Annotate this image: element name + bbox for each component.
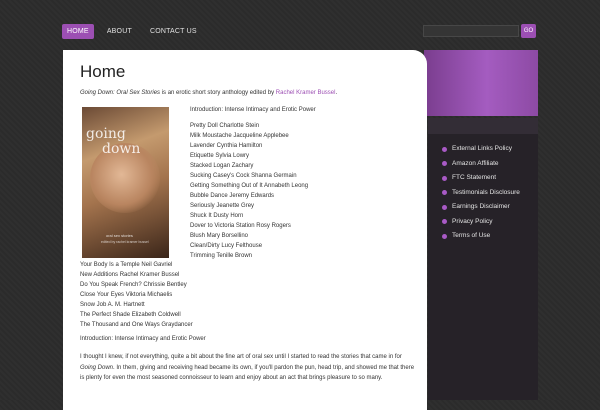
nav-contact-us[interactable]: CONTACT US [145, 24, 202, 39]
toc-item: Do You Speak French? Chrissie Bentley [80, 282, 187, 288]
toc-item: Your Body Is a Temple Neil Gavriel [80, 262, 173, 268]
bullet-icon [442, 219, 447, 225]
toc-item: Close Your Eyes Viktoria Michaelis [80, 292, 173, 298]
sidebar-banner [424, 50, 538, 116]
toc-item: Sucking Casey's Cock Shanna Germain [190, 173, 297, 179]
sidebar-link-external-links-policy[interactable]: External Links Policy [442, 142, 538, 157]
toc-item: Blush Mary Borsellino [190, 233, 249, 239]
search-input[interactable] [423, 25, 519, 37]
book-title: Going Down: Oral Sex Stories [80, 90, 161, 96]
toc-item: Shuck It Dusty Horn [190, 213, 244, 219]
sidebar-link-amazon-affiliate[interactable]: Amazon Affiliate [442, 157, 538, 172]
top-nav: HOME ABOUT CONTACT US [62, 24, 210, 39]
sidebar-link-ftc-statement[interactable]: FTC Statement [442, 171, 538, 186]
toc-item: Seriously Jeanette Grey [190, 203, 255, 209]
section-heading: Introduction: Intense Intimacy and Eroti… [80, 336, 206, 342]
toc-item: Dover to Victoria Station Rosy Rogers [190, 223, 291, 229]
toc-item: Clean/Dirty Lucy Felthouse [190, 243, 263, 249]
toc-item: Pretty Doll Charlotte Stein [190, 123, 260, 129]
nav-about[interactable]: ABOUT [102, 24, 137, 39]
bullet-icon [442, 204, 447, 210]
nav-home[interactable]: HOME [62, 24, 94, 39]
bullet-icon [442, 190, 447, 196]
bullet-icon [442, 175, 447, 181]
sidebar-links: External Links Policy Amazon Affiliate F… [428, 118, 538, 244]
bullet-icon [442, 161, 447, 167]
toc-item: Bubble Dance Jeremy Edwards [190, 193, 275, 199]
toc-list-left: Your Body Is a Temple Neil Gavriel New A… [80, 260, 193, 330]
bullet-icon [442, 233, 447, 239]
toc-item: Snow Job A. M. Hartnett [80, 302, 145, 308]
toc-item: New Additions Rachel Kramer Bussel [80, 272, 180, 278]
toc-item: Stacked Logan Zachary [190, 163, 254, 169]
toc-item: The Thousand and One Ways Graydancer [80, 322, 193, 328]
page-title: Home [80, 62, 126, 81]
cover-subtitle: oral sex stories [106, 233, 133, 238]
toc-list-right: Pretty Doll Charlotte Stein Milk Moustac… [190, 121, 308, 261]
sidebar-link-earnings-disclaimer[interactable]: Earnings Disclaimer [442, 200, 538, 215]
main-content: Home Going Down: Oral Sex Stories is an … [63, 50, 427, 410]
toc-item: Milk Moustache Jacqueline Applebee [190, 133, 289, 139]
search-button[interactable]: GO [521, 24, 536, 38]
toc-item: Etiquette Sylvia Lowry [190, 153, 250, 159]
cover-title-line1: going [86, 126, 126, 142]
sidebar-link-privacy-policy[interactable]: Privacy Policy [442, 215, 538, 230]
editor-link[interactable]: Rachel Kramer Bussel [276, 90, 336, 96]
toc-item: Getting Something Out of It Annabeth Leo… [190, 183, 309, 189]
toc-item: Lavender Cynthia Hamilton [190, 143, 263, 149]
sidebar-link-terms-of-use[interactable]: Terms of Use [442, 229, 538, 244]
sidebar: External Links Policy Amazon Affiliate F… [428, 118, 538, 400]
book-cover-image[interactable]: going down oral sex stories edited by ra… [82, 107, 169, 258]
bullet-icon [442, 146, 447, 152]
toc-item: Trimming Tenille Brown [190, 253, 253, 259]
body-paragraph: I thought I knew, if not everything, qui… [80, 354, 415, 381]
toc-item: The Perfect Shade Elizabeth Coldwell [80, 312, 181, 318]
sidebar-header-strip [428, 118, 538, 134]
intro-text: Going Down: Oral Sex Stories is an eroti… [80, 90, 338, 96]
sidebar-link-testimonials-disclosure[interactable]: Testimonials Disclosure [442, 186, 538, 201]
toc-introduction: Introduction: Intense Intimacy and Eroti… [190, 107, 316, 113]
cover-title-line2: down [102, 141, 141, 157]
cover-editor: edited by rachel kramer bussel [101, 240, 149, 244]
